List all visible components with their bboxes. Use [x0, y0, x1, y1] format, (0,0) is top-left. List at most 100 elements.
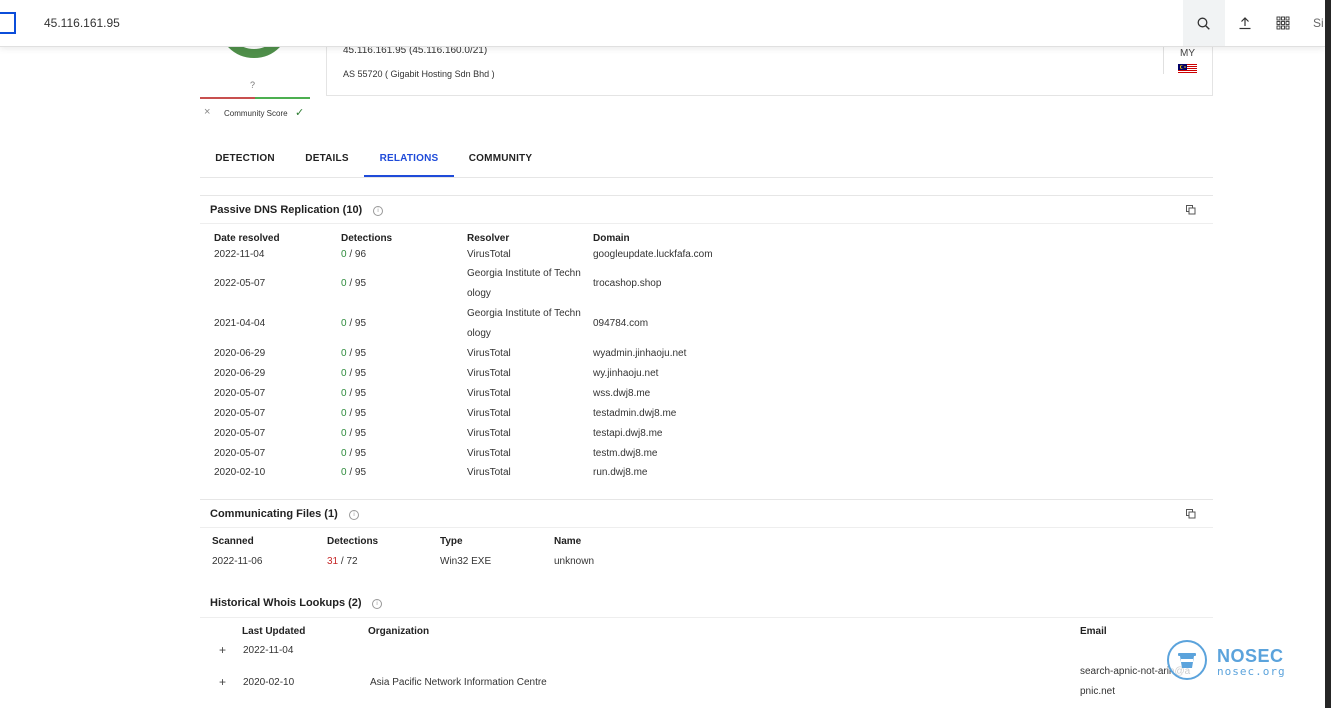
dns-domain-link[interactable]: testapi.dwj8.me — [593, 428, 662, 439]
column-header[interactable]: Name — [554, 536, 581, 547]
column-header[interactable]: Type — [440, 536, 463, 547]
column-header[interactable]: Last Updated — [242, 626, 305, 637]
search-button[interactable] — [1183, 0, 1225, 46]
dns-detections[interactable]: 0 / 95 — [341, 388, 366, 399]
column-header[interactable]: Organization — [368, 626, 429, 637]
search-input[interactable]: 45.116.161.95 — [44, 0, 120, 46]
dns-domain-link[interactable]: testadmin.dwj8.me — [593, 408, 676, 419]
dns-date-resolved: 2020-05-07 — [214, 428, 266, 439]
tab-detection[interactable]: DETECTION — [200, 140, 290, 177]
dns-resolver: VirusTotal — [467, 249, 511, 260]
dns-detections[interactable]: 0 / 95 — [341, 448, 366, 459]
whois-header: Historical Whois Lookups (2) i — [200, 589, 1213, 618]
dns-detections[interactable]: 0 / 95 — [341, 467, 366, 478]
apps-button[interactable] — [1272, 0, 1294, 46]
whois-email-line2: pnic.net — [1080, 686, 1116, 697]
column-header[interactable]: Date resolved — [214, 233, 280, 244]
dns-resolver-wrap: ology — [467, 328, 491, 339]
dns-domain-link[interactable]: 094784.com — [593, 318, 648, 329]
expand-row-button[interactable]: + — [219, 643, 226, 657]
dns-resolver: VirusTotal — [467, 388, 511, 399]
tab-details[interactable]: DETAILS — [290, 140, 364, 177]
community-score-value: ? — [250, 80, 256, 90]
upload-button[interactable] — [1234, 0, 1256, 46]
dns-date-resolved: 2020-06-29 — [214, 348, 266, 359]
dns-detections[interactable]: 0 / 96 — [341, 249, 366, 260]
column-header[interactable]: Email — [1080, 626, 1107, 637]
dns-resolver: VirusTotal — [467, 408, 511, 419]
dns-date-resolved: 2021-04-04 — [214, 318, 266, 329]
malaysia-flag-icon — [1178, 62, 1197, 73]
whois-date: 2022-11-04 — [243, 645, 294, 656]
upvote-icon[interactable]: ✓ — [295, 106, 304, 119]
dns-resolver: VirusTotal — [467, 368, 511, 379]
dns-domain-link[interactable]: googleupdate.luckfafa.com — [593, 249, 713, 260]
dns-date-resolved: 2020-06-29 — [214, 368, 266, 379]
app-window: ? × Community Score ✓ 45.116.161.95 (45.… — [0, 0, 1325, 708]
dns-date-resolved: 2020-05-07 — [214, 388, 266, 399]
dns-detections[interactable]: 0 / 95 — [341, 428, 366, 439]
file-name[interactable]: unknown — [554, 556, 594, 567]
section-title: Historical Whois Lookups (2) — [210, 597, 362, 609]
file-scanned-date: 2022-11-06 — [212, 556, 263, 567]
info-icon[interactable]: i — [373, 206, 383, 216]
dns-date-resolved: 2020-02-10 — [214, 467, 266, 478]
sign-in-link[interactable]: Si — [1313, 0, 1324, 46]
score-bar-positive — [255, 97, 310, 99]
score-bar-negative — [200, 97, 255, 99]
dns-domain-link[interactable]: trocashop.shop — [593, 278, 661, 289]
nosec-logo-icon — [1167, 640, 1207, 680]
tab-community[interactable]: COMMUNITY — [454, 140, 547, 177]
column-header[interactable]: Domain — [593, 233, 630, 244]
passive-dns-header: Passive DNS Replication (10) i — [200, 195, 1213, 224]
watermark-name: NOSEC — [1217, 646, 1284, 666]
copy-icon[interactable] — [1186, 509, 1196, 519]
dns-domain-link[interactable]: testm.dwj8.me — [593, 448, 657, 459]
dns-date-resolved: 2020-05-07 — [214, 448, 266, 459]
column-header[interactable]: Detections — [341, 233, 392, 244]
watermark-url: nosec.org — [1217, 665, 1286, 678]
tab-bar: DETECTION DETAILS RELATIONS COMMUNITY — [200, 140, 1213, 178]
dns-resolver: Georgia Institute of Techn — [467, 308, 581, 319]
dns-detections[interactable]: 0 / 95 — [341, 408, 366, 419]
logo-icon[interactable] — [0, 12, 16, 34]
dns-detections[interactable]: 0 / 95 — [341, 318, 366, 329]
column-header[interactable]: Resolver — [467, 233, 509, 244]
community-score-label: Community Score — [224, 109, 288, 118]
dns-domain-link[interactable]: wyadmin.jinhaoju.net — [593, 348, 686, 359]
dns-resolver-wrap: ology — [467, 288, 491, 299]
upload-icon — [1239, 17, 1251, 30]
file-detections[interactable]: 31 / 72 — [327, 556, 358, 567]
section-title: Communicating Files (1) — [210, 508, 338, 520]
dns-date-resolved: 2020-05-07 — [214, 408, 266, 419]
dns-domain-link[interactable]: run.dwj8.me — [593, 467, 647, 478]
dns-date-resolved: 2022-11-04 — [214, 249, 265, 260]
copy-icon[interactable] — [1186, 205, 1196, 215]
column-header[interactable]: Scanned — [212, 536, 254, 547]
dns-resolver: VirusTotal — [467, 348, 511, 359]
communicating-files-header: Communicating Files (1) i — [200, 499, 1213, 528]
info-icon[interactable]: i — [372, 599, 382, 609]
column-header[interactable]: Detections — [327, 536, 378, 547]
dns-resolver: VirusTotal — [467, 448, 511, 459]
dns-detections[interactable]: 0 / 95 — [341, 278, 366, 289]
dns-domain-link[interactable]: wy.jinhaoju.net — [593, 368, 658, 379]
expand-row-button[interactable]: + — [219, 675, 226, 689]
dns-resolver: Georgia Institute of Techn — [467, 268, 581, 279]
info-icon[interactable]: i — [349, 510, 359, 520]
dns-detections[interactable]: 0 / 95 — [341, 368, 366, 379]
whois-date: 2020-02-10 — [243, 677, 295, 688]
divider — [1163, 46, 1164, 74]
top-bar: 45.116.161.95 Si — [0, 0, 1325, 47]
section-title: Passive DNS Replication (10) — [210, 204, 363, 216]
tab-relations[interactable]: RELATIONS — [364, 140, 454, 177]
downvote-icon[interactable]: × — [204, 106, 210, 118]
apps-grid-icon — [1276, 16, 1290, 30]
dns-detections[interactable]: 0 / 95 — [341, 348, 366, 359]
country-code: MY — [1180, 48, 1195, 59]
dns-domain-link[interactable]: wss.dwj8.me — [593, 388, 650, 399]
whois-organization: Asia Pacific Network Information Centre — [370, 677, 547, 688]
dns-resolver: VirusTotal — [467, 428, 511, 439]
dns-date-resolved: 2022-05-07 — [214, 278, 266, 289]
window-edge — [1325, 0, 1331, 708]
